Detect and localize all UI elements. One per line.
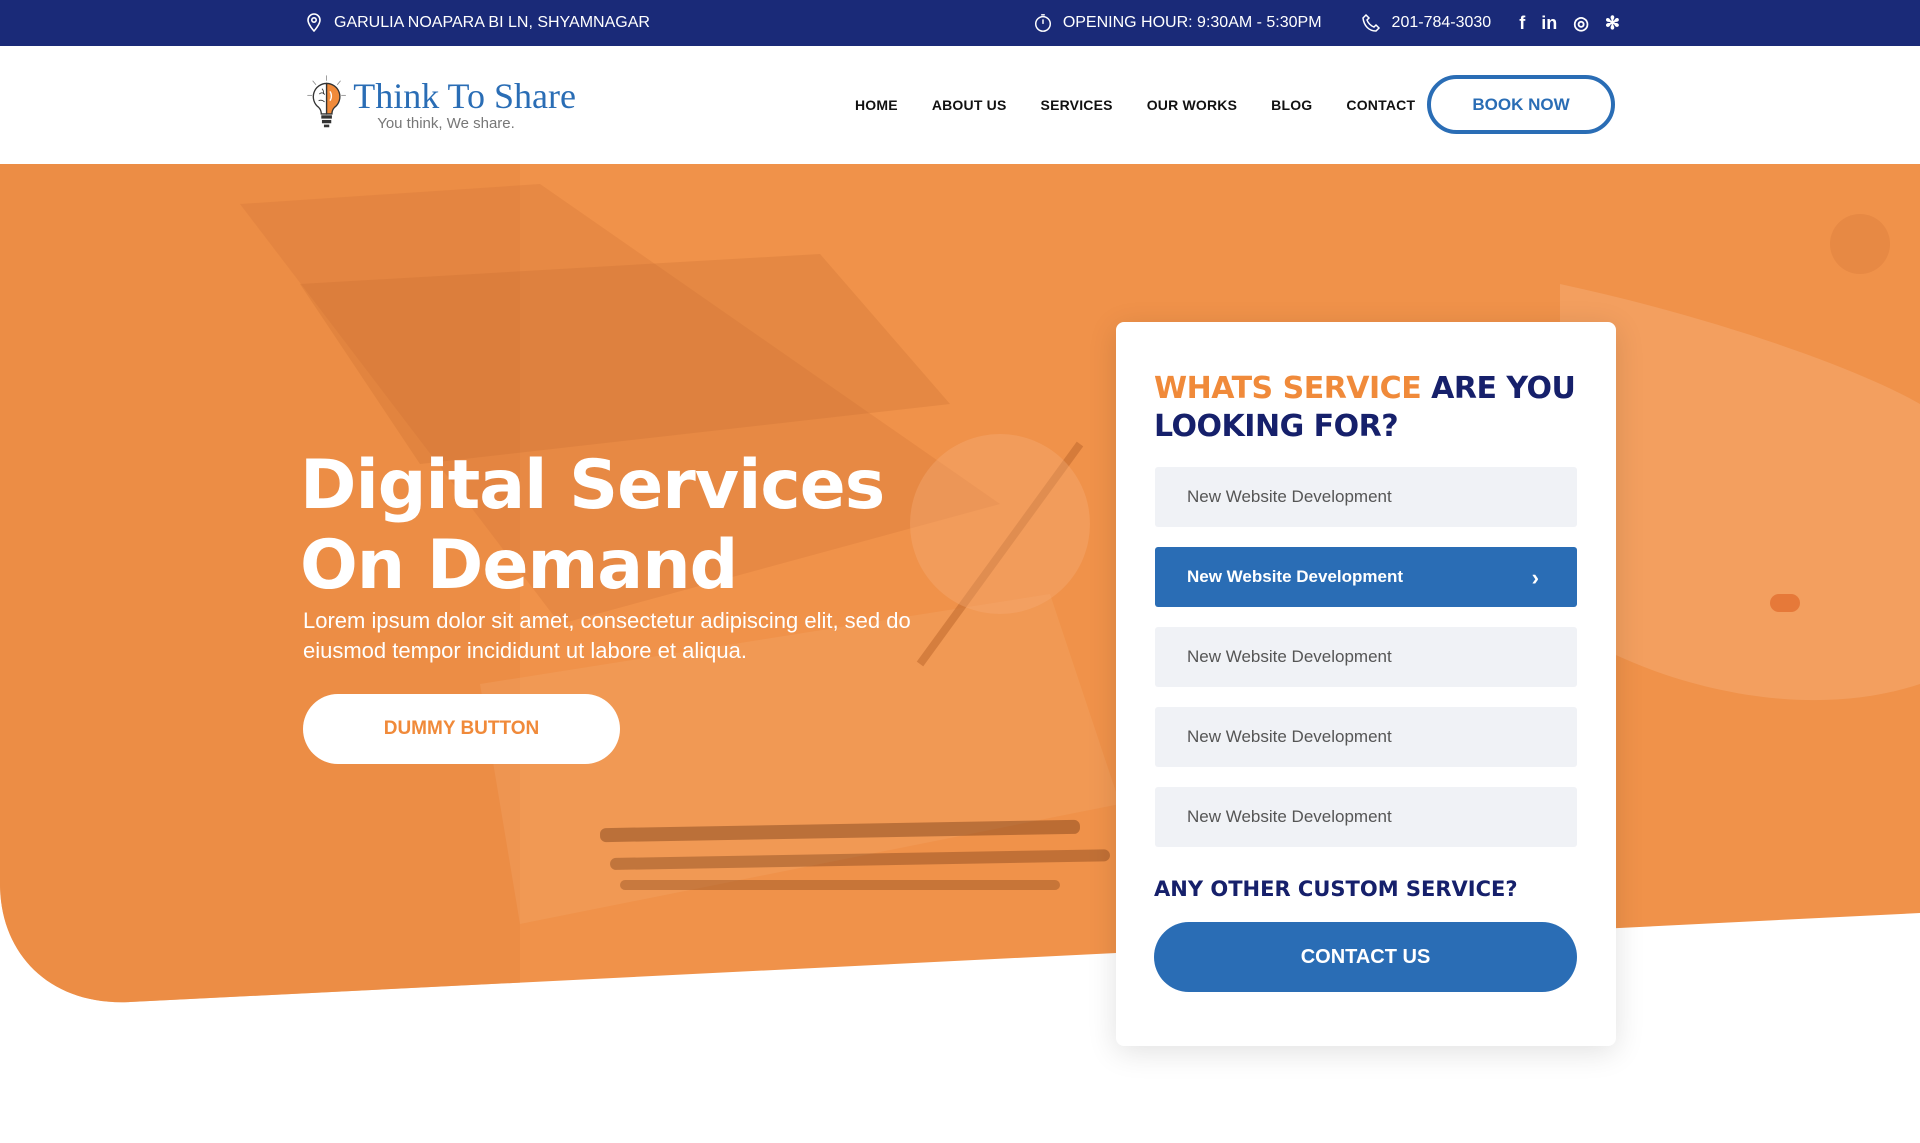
service-option-3[interactable]: New Website Development <box>1155 627 1577 687</box>
card-title-highlight: WHATS SERVICE <box>1154 371 1422 406</box>
social-links: f in ◎ ✻ <box>1519 13 1620 34</box>
facebook-icon[interactable]: f <box>1519 13 1525 34</box>
book-now-button[interactable]: BOOK NOW <box>1427 75 1615 134</box>
nav-blog[interactable]: BLOG <box>1271 97 1312 113</box>
nav-about-us[interactable]: ABOUT US <box>932 97 1007 113</box>
hero-title-line-1: Digital Services <box>300 446 885 525</box>
nav-contact[interactable]: CONTACT <box>1346 97 1415 113</box>
top-info-bar: GARULIA NOAPARA BI LN, SHYAMNAGAR OPENIN… <box>0 0 1920 46</box>
lightbulb-brain-icon <box>307 75 346 128</box>
service-option-4[interactable]: New Website Development <box>1155 707 1577 767</box>
location-pin-icon <box>304 13 324 33</box>
main-nav: HOME ABOUT US SERVICES OUR WORKS BLOG CO… <box>855 46 1415 164</box>
main-header: Think To Share You think, We share. HOME… <box>0 46 1920 164</box>
instagram-icon[interactable]: ◎ <box>1573 13 1589 34</box>
service-option-label: New Website Development <box>1187 807 1392 826</box>
hero-title: Digital Services On Demand <box>300 446 885 606</box>
nav-our-works[interactable]: OUR WORKS <box>1147 97 1237 113</box>
address-text: GARULIA NOAPARA BI LN, SHYAMNAGAR <box>334 14 650 31</box>
custom-service-heading: ANY OTHER CUSTOM SERVICE? <box>1154 877 1518 901</box>
service-option-2-selected[interactable]: New Website Development › <box>1155 547 1577 607</box>
hero-subtitle: Lorem ipsum dolor sit amet, consectetur … <box>303 608 911 663</box>
service-option-label: New Website Development <box>1187 647 1392 666</box>
service-picker-card: WHATS SERVICE ARE YOU LOOKING FOR? New W… <box>1116 322 1616 1046</box>
yelp-icon[interactable]: ✻ <box>1605 13 1620 34</box>
phone-number[interactable]: 201-784-3030 <box>1392 14 1492 32</box>
hero-background <box>0 164 1920 1003</box>
contact-info: OPENING HOUR: 9:30AM - 5:30PM 201-784-30… <box>1033 0 1620 46</box>
logo-tagline: You think, We share. <box>377 114 515 132</box>
contact-us-button[interactable]: CONTACT US <box>1154 922 1577 992</box>
service-option-1[interactable]: New Website Development <box>1155 467 1577 527</box>
logo-brand: Think To Share <box>353 75 576 116</box>
chevron-right-icon: › <box>1531 565 1539 590</box>
opening-hours: OPENING HOUR: 9:30AM - 5:30PM <box>1062 14 1322 31</box>
phone-icon <box>1361 13 1382 33</box>
nav-home[interactable]: HOME <box>855 97 898 113</box>
hero-section: Digital Services On Demand Lorem ipsum d… <box>0 164 1920 1004</box>
service-option-label: New Website Development <box>1187 727 1392 746</box>
dummy-button[interactable]: DUMMY BUTTON <box>303 694 620 764</box>
linkedin-icon[interactable]: in <box>1541 13 1557 34</box>
logo[interactable]: Think To Share You think, We share. <box>306 56 576 152</box>
service-option-label: New Website Development <box>1187 487 1392 506</box>
service-option-label: New Website Development <box>1187 567 1404 586</box>
service-option-5[interactable]: New Website Development <box>1155 787 1577 847</box>
stopwatch-icon <box>1033 13 1053 33</box>
card-title: WHATS SERVICE ARE YOU LOOKING FOR? <box>1154 370 1594 446</box>
hero-title-line-2: On Demand <box>300 526 738 605</box>
address-block: GARULIA NOAPARA BI LN, SHYAMNAGAR <box>304 0 650 46</box>
nav-services[interactable]: SERVICES <box>1041 97 1113 113</box>
